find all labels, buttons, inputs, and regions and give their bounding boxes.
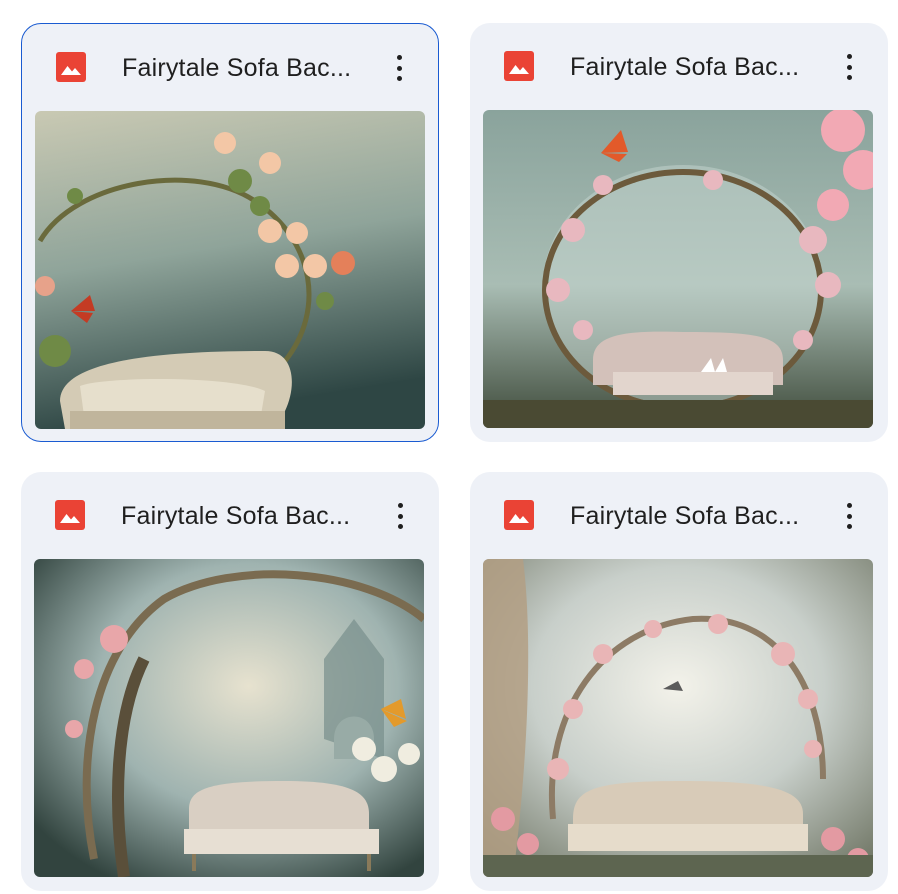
file-thumbnail[interactable] [35,111,425,429]
image-file-icon [56,52,86,82]
file-title: Fairytale Sofa Bac... [570,53,800,81]
more-options-button[interactable] [834,500,864,532]
file-card[interactable]: Fairytale Sofa Bac... [21,472,439,891]
more-options-button[interactable] [384,52,414,84]
file-thumbnail[interactable] [483,559,873,877]
file-card-header: Fairytale Sofa Bac... [470,23,888,111]
file-title: Fairytale Sofa Bac... [570,502,800,530]
file-card-header: Fairytale Sofa Bac... [22,24,438,112]
file-card[interactable]: Fairytale Sofa Bac... [470,23,888,442]
image-file-icon [55,500,85,530]
file-thumbnail[interactable] [483,110,873,428]
image-file-icon [504,500,534,530]
more-options-button[interactable] [834,51,864,83]
file-title: Fairytale Sofa Bac... [121,502,351,530]
file-title: Fairytale Sofa Bac... [122,54,352,82]
more-options-button[interactable] [385,500,415,532]
file-card[interactable]: Fairytale Sofa Bac... [21,23,439,442]
image-file-icon [504,51,534,81]
file-card[interactable]: Fairytale Sofa Bac... [470,472,888,891]
file-card-header: Fairytale Sofa Bac... [21,472,439,560]
file-thumbnail[interactable] [34,559,424,877]
file-card-header: Fairytale Sofa Bac... [470,472,888,560]
